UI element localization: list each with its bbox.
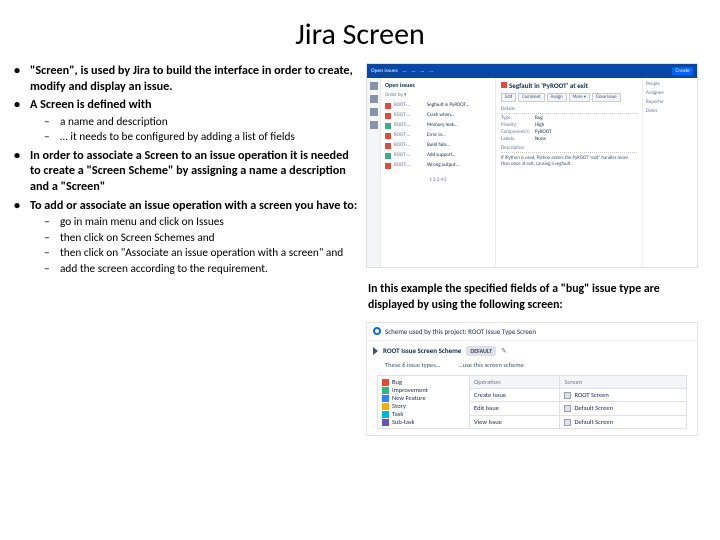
bullet-4a: go in main menu and click on Issues — [30, 215, 360, 229]
example-caption: In this example the specified fields of … — [368, 282, 704, 314]
edit-button: Edit — [501, 93, 516, 102]
desc-section: Description — [501, 145, 524, 151]
bullet-4d: add the screen according to the requirem… — [30, 262, 360, 276]
default-pill: DEFAULT — [466, 346, 496, 356]
jira-topbar: Open issues … … … … Create — [367, 64, 697, 78]
issue-list: Open issues Order by ▾ ROOT-…Segfault in… — [381, 78, 496, 267]
scheme-note-1: These 6 issue types… — [385, 361, 440, 369]
bullet-2a: a name and description — [30, 115, 360, 129]
expand-icon — [373, 347, 378, 355]
nav-item: Open issues — [371, 68, 398, 74]
bullet-2-text: A Screen is defined with — [30, 97, 152, 112]
scheme-header: Scheme used by this project: ROOT Issue … — [385, 327, 536, 336]
columns: "Screen", is used by Jira to build the i… — [0, 63, 720, 436]
right-column: Open issues … … … … Create Open issues O… — [366, 63, 706, 436]
issue-detail: Segfault in 'PyROOT' at exit Edit Commen… — [496, 78, 642, 267]
sidebar-icon — [370, 95, 378, 103]
issue-rightpanel: People Assignee Reporter Dates — [642, 78, 697, 267]
more-button: More ▾ — [569, 93, 591, 102]
jira-sidebar — [367, 78, 381, 267]
comment-button: Comment — [518, 93, 544, 102]
bullet-4c: then click on "Associate an issue operat… — [30, 246, 360, 260]
slide-title: Jira Screen — [0, 0, 720, 63]
bullet-1: "Screen", is used by Jira to build the i… — [12, 63, 360, 94]
list-title: Open issues — [385, 81, 491, 89]
edit-icon: ✎ — [501, 346, 507, 355]
bullet-4-text: To add or associate an issue operation w… — [30, 198, 357, 213]
sidebar-icon — [370, 108, 378, 116]
left-column: "Screen", is used by Jira to build the i… — [12, 63, 360, 436]
close-button: Close Issue — [592, 93, 621, 102]
bullet-4: To add or associate an issue operation w… — [12, 198, 360, 276]
nav-item: … — [403, 68, 407, 74]
nav-item: … — [429, 68, 433, 74]
nav-item: … — [412, 68, 416, 74]
bullet-4b: then click on Screen Schemes and — [30, 231, 360, 245]
bullet-3: In order to associate a Screen to an iss… — [12, 148, 360, 195]
jira-screenshot: Open issues … … … … Create Open issues O… — [366, 63, 698, 268]
info-icon — [373, 327, 381, 335]
details-section: Details — [501, 106, 515, 112]
scheme-table: Bug Improvement New Feature Story Task S… — [377, 375, 687, 429]
list-filters: Order by ▾ — [385, 92, 491, 98]
sidebar-icon — [370, 121, 378, 129]
nav-create: Create — [672, 67, 693, 75]
assign-button: Assign — [547, 93, 567, 102]
description-text: If IPython is used, Python enters the Py… — [501, 155, 637, 167]
scheme-screenshot: Scheme used by this project: ROOT Issue … — [366, 322, 698, 436]
nav-item: … — [420, 68, 424, 74]
scheme-note-2: …use this screen scheme — [458, 361, 523, 369]
sidebar-icon — [370, 82, 378, 90]
bullet-2: A Screen is defined with a name and desc… — [12, 97, 360, 145]
scheme-title: ROOT Issue Screen Scheme — [383, 346, 461, 355]
bullet-2b: … it needs to be configured by adding a … — [30, 130, 360, 144]
issue-title: Segfault in 'PyROOT' at exit — [509, 81, 588, 90]
